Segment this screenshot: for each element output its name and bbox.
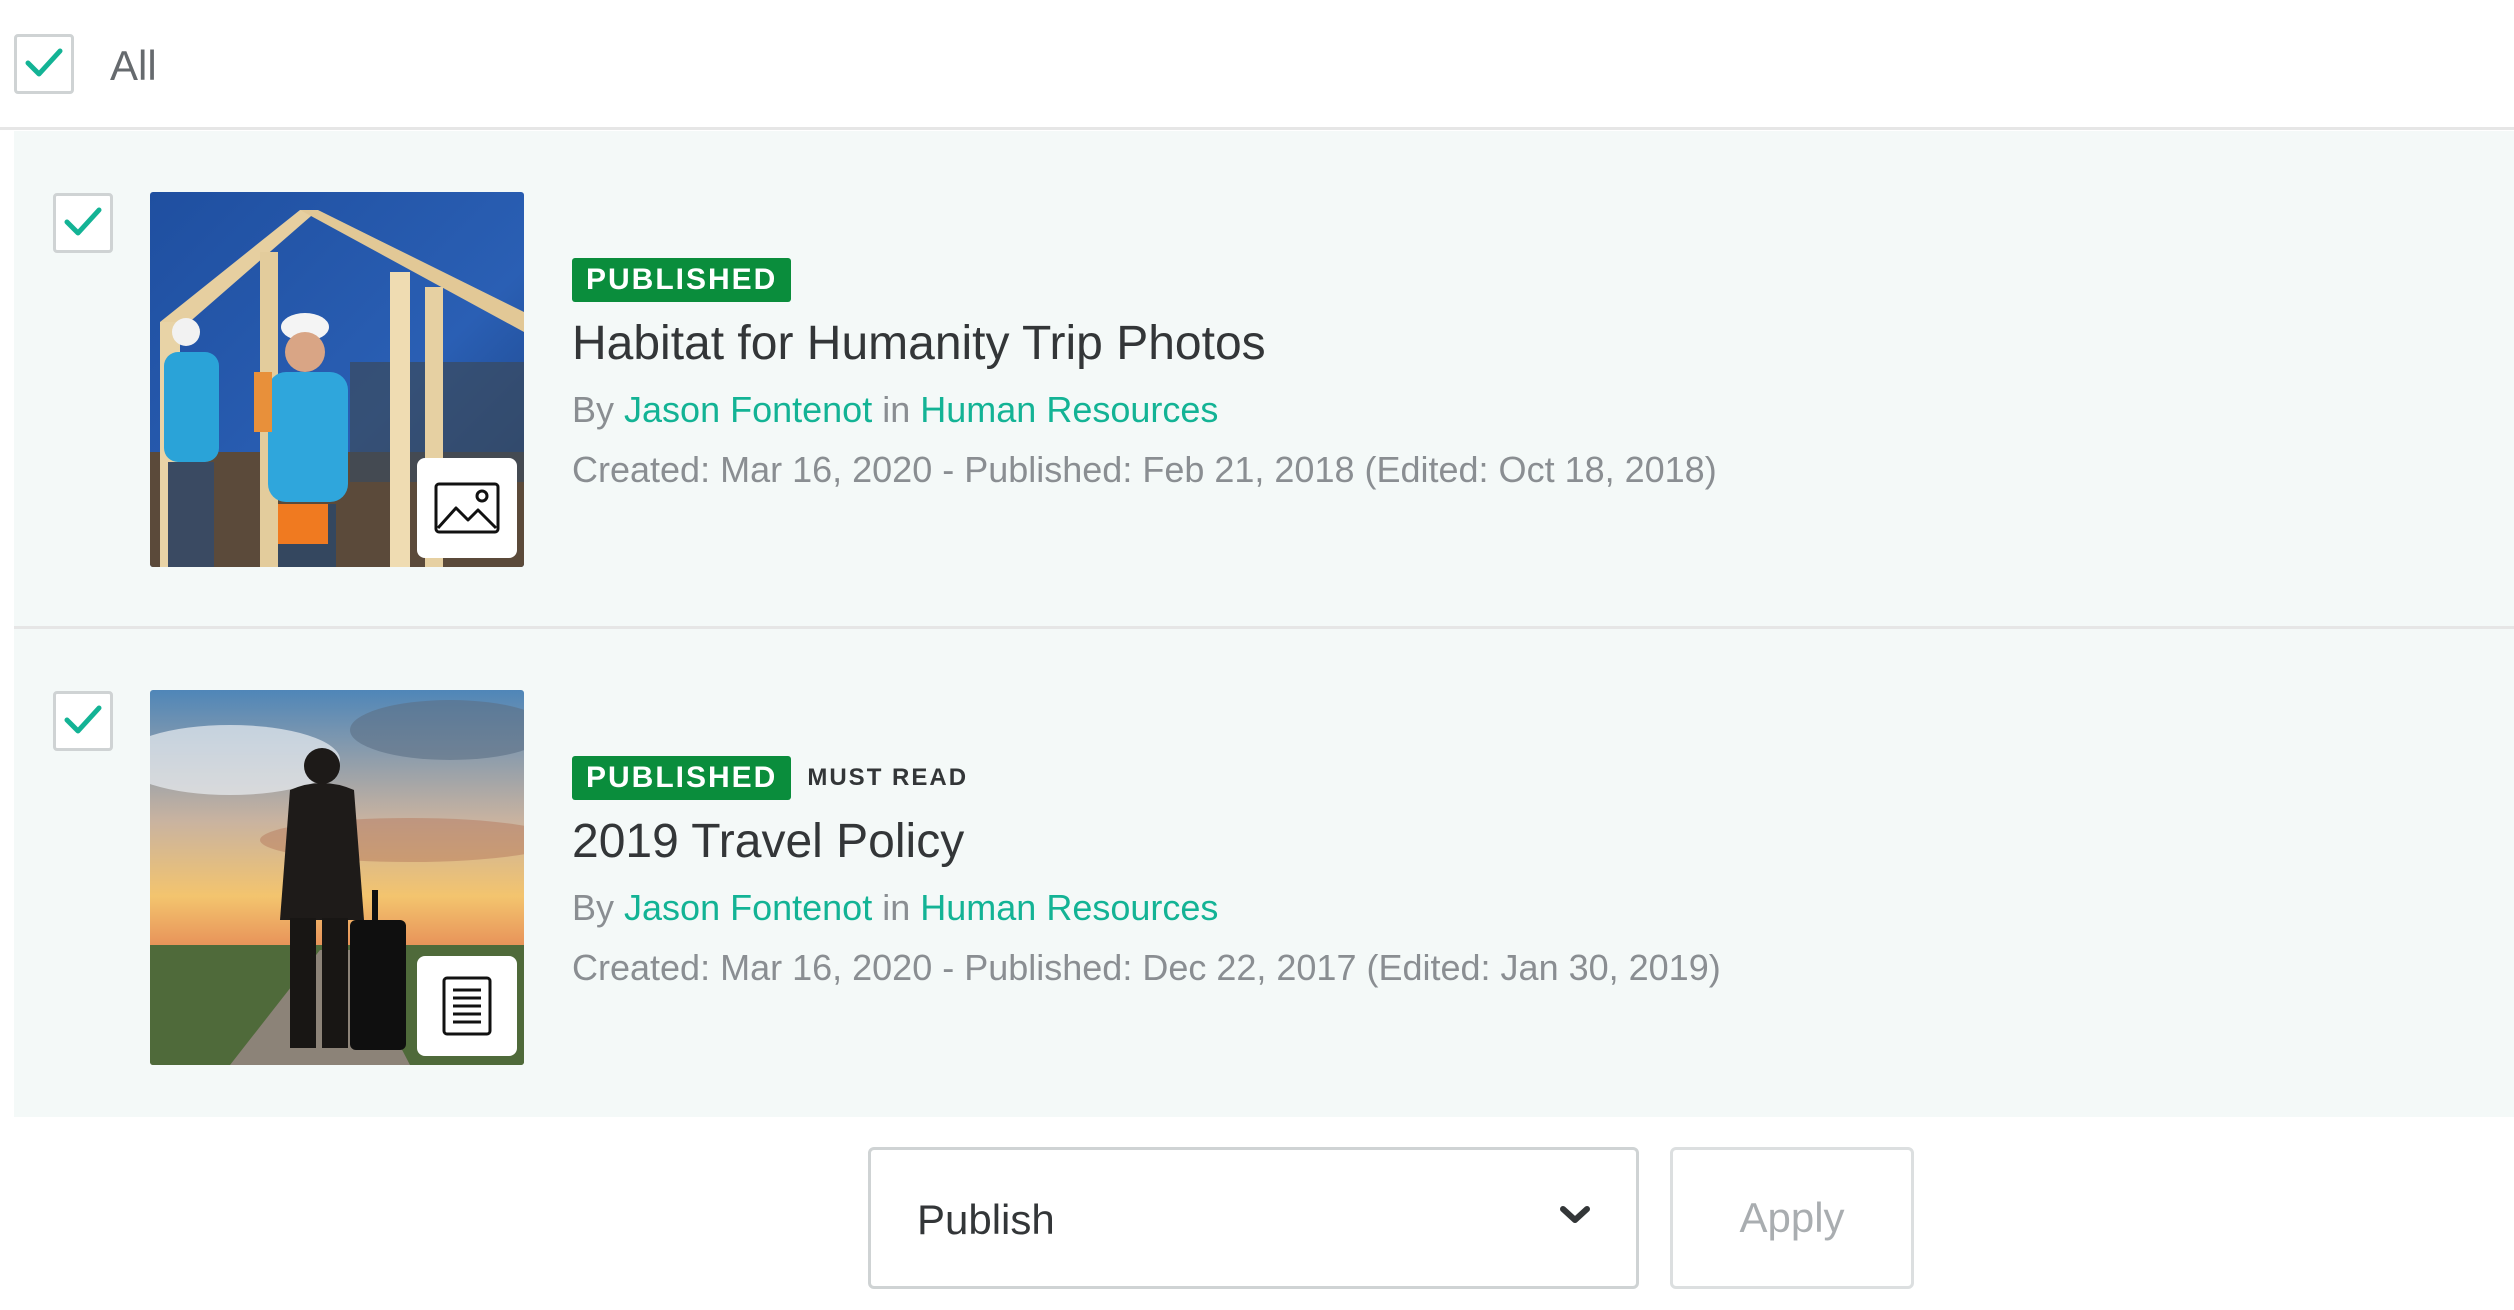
document-icon: [442, 976, 492, 1036]
author-link[interactable]: Jason Fontenot: [624, 887, 872, 928]
byline-in: in: [882, 887, 911, 928]
item-checkbox[interactable]: [53, 193, 113, 253]
item-byline: By Jason Fontenot in Human Resources: [572, 386, 2474, 434]
chevron-down-icon: [1560, 1206, 1590, 1223]
author-link[interactable]: Jason Fontenot: [624, 389, 872, 430]
bulk-action-select[interactable]: Publish: [868, 1147, 1639, 1289]
category-link[interactable]: Human Resources: [920, 389, 1218, 430]
item-type-badge: [417, 458, 517, 558]
content-list: PUBLISHED Habitat for Humanity Trip Phot…: [14, 131, 2514, 1127]
item-thumbnail[interactable]: [150, 192, 524, 567]
item-checkbox[interactable]: [53, 691, 113, 751]
item-dates: Created: Mar 16, 2020 - Published: Feb 2…: [572, 449, 1717, 490]
category-link[interactable]: Human Resources: [920, 887, 1218, 928]
item-byline: By Jason Fontenot in Human Resources: [572, 884, 2474, 932]
select-all-row: All: [0, 0, 2514, 130]
item-tags: PUBLISHED MUST READ: [572, 756, 2474, 800]
item-info: PUBLISHED MUST READ 2019 Travel Policy B…: [572, 756, 2474, 992]
status-badge: PUBLISHED: [572, 756, 792, 800]
bulk-action-value: Publish: [917, 1196, 1055, 1243]
must-read-tag: MUST READ: [807, 764, 969, 791]
image-icon: [434, 482, 500, 534]
item-thumbnail[interactable]: [150, 690, 524, 1065]
item-title[interactable]: 2019 Travel Policy: [572, 812, 2474, 872]
byline-prefix: By: [572, 389, 615, 430]
status-badge: PUBLISHED: [572, 258, 792, 302]
checkmark-icon: [64, 705, 102, 734]
byline-prefix: By: [572, 887, 615, 928]
select-all-label: All: [110, 42, 157, 89]
item-info: PUBLISHED Habitat for Humanity Trip Phot…: [572, 258, 2474, 494]
select-all-checkbox[interactable]: [14, 34, 74, 94]
item-title[interactable]: Habitat for Humanity Trip Photos: [572, 314, 2474, 374]
item-tags: PUBLISHED: [572, 258, 2474, 302]
content-list-page: All PUBLISHED Habitat for Humanity Trip …: [0, 0, 2514, 1310]
checkmark-icon: [64, 207, 102, 236]
bulk-action-bar: Publish Apply: [0, 1117, 2514, 1310]
list-item: PUBLISHED Habitat for Humanity Trip Phot…: [14, 131, 2514, 629]
list-item: PUBLISHED MUST READ 2019 Travel Policy B…: [14, 629, 2514, 1127]
byline-in: in: [882, 389, 911, 430]
item-type-badge: [417, 956, 517, 1056]
item-dates: Created: Mar 16, 2020 - Published: Dec 2…: [572, 947, 1721, 988]
checkmark-icon: [25, 48, 63, 77]
apply-button[interactable]: Apply: [1670, 1147, 1914, 1289]
